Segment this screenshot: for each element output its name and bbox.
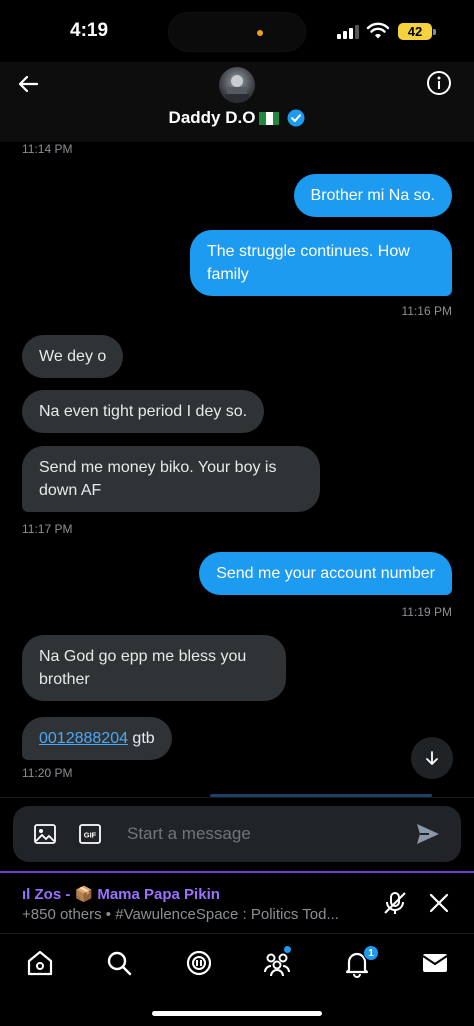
svg-text:GIF: GIF — [84, 831, 97, 840]
signal-icon — [337, 25, 363, 39]
bottom-tab-bar: 1 — [0, 933, 474, 1026]
mic-muted-icon[interactable] — [382, 890, 408, 916]
back-button[interactable] — [14, 70, 42, 98]
home-icon[interactable] — [25, 948, 55, 978]
message-timestamp: 11:14 PM — [22, 142, 73, 156]
space-banner[interactable]: ıl Zos - 📦 Mama Papa Pikin +850 others •… — [0, 871, 474, 933]
space-subtitle: +850 others • #VawulenceSpace : Politics… — [22, 906, 339, 923]
space-title: ıl Zos - 📦 Mama Papa Pikin — [22, 886, 220, 903]
battery-icon: 42 — [398, 23, 432, 40]
communities-badge — [284, 946, 291, 953]
wifi-icon — [366, 22, 390, 39]
message-list[interactable]: 11:14 PM Brother mi Na so. The struggle … — [0, 142, 474, 797]
nigeria-flag-icon — [259, 111, 280, 125]
account-number-link[interactable]: 0012888204 — [39, 730, 128, 747]
message-input[interactable] — [127, 820, 407, 848]
gif-icon[interactable]: GIF — [78, 822, 102, 846]
send-icon[interactable] — [414, 820, 442, 848]
info-icon[interactable] — [426, 70, 452, 96]
outgoing-message[interactable]: Send me your account number — [199, 552, 452, 595]
incoming-message[interactable]: 0012888204 gtb — [22, 717, 172, 760]
conversation-header: Daddy D.O — [0, 62, 474, 142]
verified-badge-icon — [287, 109, 305, 127]
arrow-down-icon — [426, 751, 438, 765]
avatar-image — [225, 75, 249, 103]
message-timestamp: 11:20 PM — [22, 766, 73, 780]
message-composer: GIF — [13, 806, 461, 862]
status-bar: 4:19 42 — [0, 0, 474, 62]
outgoing-message[interactable]: The struggle continues. How family — [190, 230, 452, 296]
camera-indicator — [257, 30, 263, 36]
grok-icon[interactable] — [184, 948, 214, 978]
battery-tip — [433, 29, 436, 35]
composer-area: GIF — [0, 797, 474, 871]
status-time: 4:19 — [70, 20, 109, 41]
incoming-message[interactable]: Na God go epp me bless you brother — [22, 635, 286, 701]
contact-name-row[interactable]: Daddy D.O — [0, 108, 474, 128]
mail-icon[interactable] — [420, 948, 450, 978]
message-timestamp: 11:16 PM — [401, 304, 452, 318]
incoming-message[interactable]: Send me money biko. Your boy is down AF — [22, 446, 320, 512]
avatar[interactable] — [219, 67, 255, 103]
notifications-badge: 1 — [363, 945, 379, 961]
dynamic-island — [168, 12, 306, 52]
message-timestamp: 11:19 PM — [401, 605, 452, 619]
incoming-message[interactable]: We dey o — [22, 335, 124, 378]
bank-name: gtb — [127, 730, 155, 747]
outgoing-message[interactable]: Brother mi Na so. — [293, 174, 452, 217]
search-icon[interactable] — [104, 948, 134, 978]
arrow-left-icon — [18, 75, 39, 93]
image-icon[interactable] — [33, 822, 57, 846]
message-timestamp: 11:17 PM — [22, 522, 73, 536]
incoming-message[interactable]: Na even tight period I dey so. — [22, 390, 265, 433]
close-icon[interactable] — [428, 892, 450, 914]
contact-name: Daddy D.O — [168, 108, 256, 127]
scroll-to-bottom-button[interactable] — [411, 737, 453, 779]
home-indicator — [152, 1011, 322, 1016]
